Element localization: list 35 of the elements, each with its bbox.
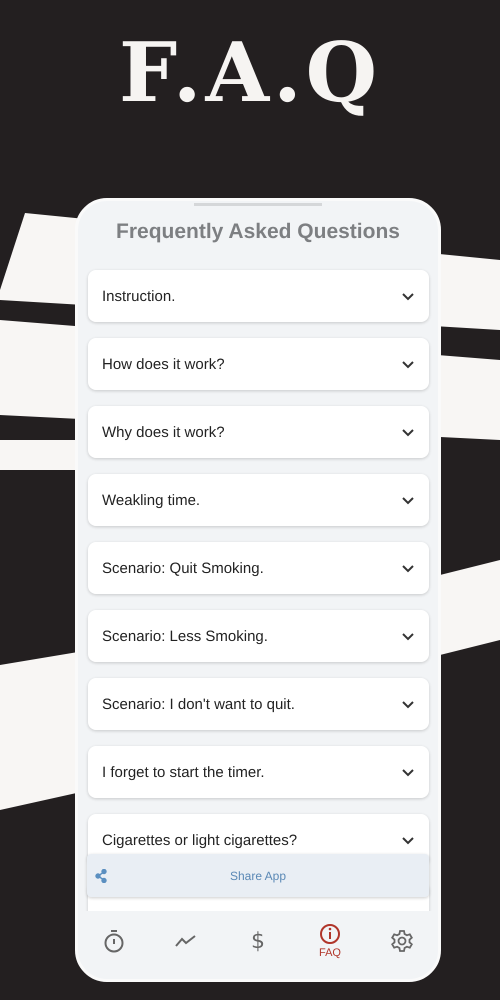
banner-title: F.A.Q xyxy=(118,28,382,123)
info-icon xyxy=(319,923,341,945)
question-text: Instruction. xyxy=(102,288,176,304)
question-text: Why does it work? xyxy=(102,424,225,440)
question-card[interactable]: Scenario: Quit Smoking. xyxy=(88,542,429,594)
chevron-icon xyxy=(401,834,415,846)
question-card[interactable]: How does it work? xyxy=(88,338,429,390)
chevron-icon xyxy=(401,766,415,778)
chevron-icon xyxy=(401,562,415,574)
question-text: Scenario: Less Smoking. xyxy=(102,628,268,644)
question-text: Scenario: I don't want to quit. xyxy=(102,696,295,712)
screen-title: Frequently Asked Questions xyxy=(116,220,400,244)
chevron-icon xyxy=(401,290,415,302)
chevron-icon xyxy=(401,358,415,370)
question-text: How does it work? xyxy=(102,356,225,372)
nav-tab[interactable]: $ xyxy=(233,928,283,954)
question-card[interactable]: Instruction. xyxy=(88,270,429,322)
question-card[interactable]: Scenario: Less Smoking. xyxy=(88,610,429,662)
chevron-icon xyxy=(401,698,415,710)
question-text: I forget to start the timer. xyxy=(102,764,265,780)
chevron-icon xyxy=(401,426,415,438)
question-text: Scenario: Quit Smoking. xyxy=(102,560,264,576)
question-text: Cigarettes or light cigarettes? xyxy=(102,832,298,848)
question-card[interactable]: I forget to start the timer. xyxy=(88,746,429,798)
share-icon xyxy=(95,869,107,883)
chevron-icon xyxy=(401,630,415,642)
chevron-icon xyxy=(401,494,415,506)
settings-icon xyxy=(390,929,414,953)
question-text: Weakling time. xyxy=(102,492,200,508)
nav-tab[interactable]: FAQ xyxy=(305,923,355,959)
question-card[interactable]: Scenario: I don't want to quit. xyxy=(88,678,429,730)
stopwatch-icon xyxy=(103,929,125,953)
question-card[interactable]: Why does it work? xyxy=(88,406,429,458)
trend-line-icon xyxy=(175,934,197,948)
question-card[interactable]: Weakling time. xyxy=(88,474,429,526)
